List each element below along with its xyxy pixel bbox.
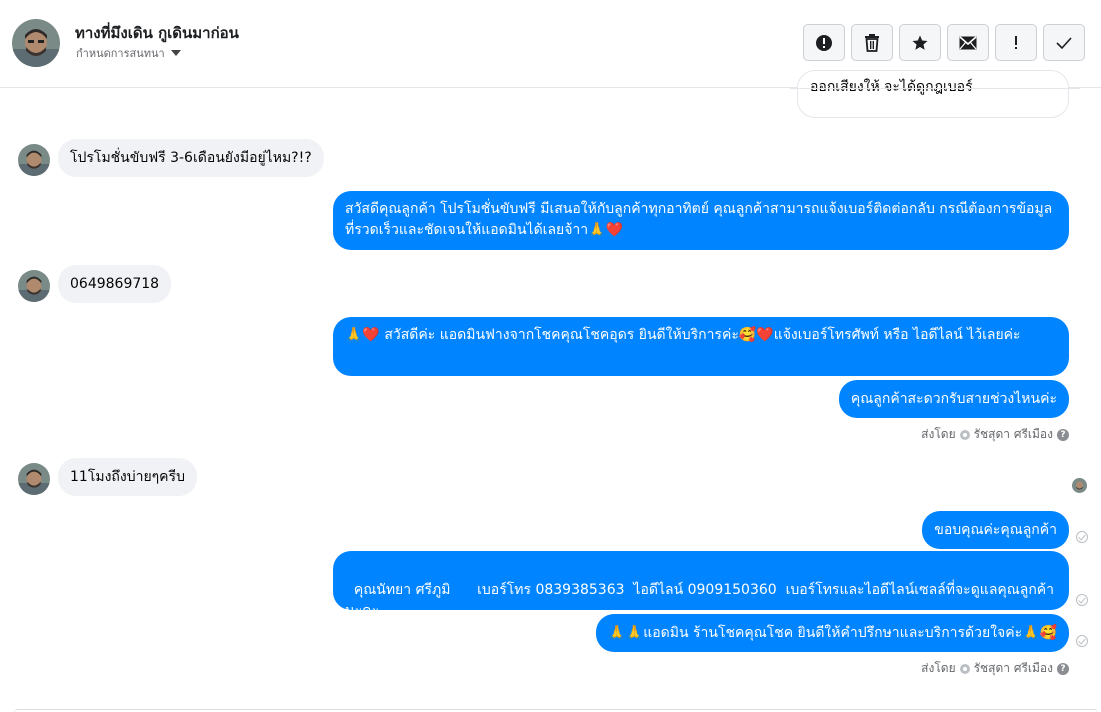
message-outgoing: 🙏🙏แอดมิน ร้านโชคคุณโชค ยินดีให้คำปรึกษาแ… xyxy=(596,614,1069,652)
message-outgoing: สวัสดีคุณลูกค้า โปรโมชั่นขับฟรี มีเสนอให… xyxy=(333,191,1069,250)
exclamation-icon xyxy=(1015,35,1017,49)
conversation-assign-dropdown[interactable]: กำหนดการสนทนา xyxy=(76,44,181,62)
message-text: 11โมงถึงบ่ายๆครีบ xyxy=(70,469,185,485)
message-incoming: 0649869718 xyxy=(58,265,172,303)
sent-by-label: ส่งโดย xyxy=(921,661,956,675)
message-outgoing-partial: ออกเสียงให้ จะได้ดูกฎเบอร์ xyxy=(797,70,1069,118)
help-icon[interactable]: ? xyxy=(1057,428,1069,441)
message-text: ออกเสียงให้ จะได้ดูกฎเบอร์ xyxy=(810,79,973,95)
message-text: 0649869718 xyxy=(70,276,160,292)
delete-button[interactable] xyxy=(851,24,893,61)
star-button[interactable] xyxy=(899,24,941,61)
message-outgoing: ขอบคุณค่ะคุณลูกค้า xyxy=(922,511,1069,549)
contact-avatar-small xyxy=(18,270,50,302)
sent-by-label: ส่งโดย xyxy=(921,427,956,441)
star-icon xyxy=(912,35,928,50)
message-text: คุณลูกค้าสะดวกรับสายช่วงไหนค่ะ xyxy=(850,391,1057,407)
message-outgoing: 🙏❤️ สวัสดีค่ะ แอดมินฟางจากโชคคุณโชคอุดร … xyxy=(333,317,1069,376)
message-incoming: โปรโมชั่นขับฟรี 3-6เดือนยังมีอยู่ไหม?!? xyxy=(58,139,324,177)
message-outgoing: คุณนัทยา ศรีภูมิ เบอร์โทร 0839385363 ไอด… xyxy=(333,551,1069,619)
message-incoming: 11โมงถึงบ่ายๆครีบ xyxy=(58,458,197,496)
caret-down-icon xyxy=(170,50,181,56)
checkmark-icon xyxy=(1056,36,1072,49)
trash-icon xyxy=(865,33,879,52)
agent-name[interactable]: รัชสุดา ศรีเมือง xyxy=(974,425,1053,444)
alert-circle-icon xyxy=(816,34,832,51)
message-outgoing: คุณลูกค้าสะดวกรับสายช่วงไหนค่ะ xyxy=(838,380,1069,418)
message-text: สวัสดีคุณลูกค้า โปรโมชั่นขับฟรี มีเสนอให… xyxy=(345,201,1053,238)
contact-name: ทางที่มึงเดิน กูเดินมาก่อน xyxy=(75,24,239,42)
mail-button[interactable] xyxy=(947,24,989,61)
header-divider xyxy=(790,88,1080,89)
contact-avatar-small xyxy=(18,144,50,176)
sent-by-info: ส่งโดย รัชสุดา ศรีเมือง ? xyxy=(921,659,1069,678)
agent-status-icon xyxy=(959,429,970,440)
message-text: โปรโมชั่นขับฟรี 3-6เดือนยังมีอยู่ไหม?!? xyxy=(70,150,312,166)
message-text: 🙏❤️ สวัสดีค่ะ แอดมินฟางจากโชคคุณโชคอุดร … xyxy=(345,327,1021,343)
contact-avatar-small xyxy=(18,463,50,495)
mark-done-button[interactable] xyxy=(1043,24,1085,61)
sent-check-icon xyxy=(1076,531,1088,543)
mark-important-button[interactable] xyxy=(995,24,1037,61)
help-icon[interactable]: ? xyxy=(1057,662,1069,675)
contact-avatar[interactable] xyxy=(12,19,60,67)
agent-name[interactable]: รัชสุดา ศรีเมือง xyxy=(974,659,1053,678)
sent-check-icon xyxy=(1076,635,1088,647)
sent-check-icon xyxy=(1076,594,1088,606)
agent-status-icon xyxy=(959,663,970,674)
envelope-icon xyxy=(959,35,977,49)
seen-avatar xyxy=(1072,478,1087,493)
sent-by-info: ส่งโดย รัชสุดา ศรีเมือง ? xyxy=(921,425,1069,444)
assign-label: กำหนดการสนทนา xyxy=(76,47,165,60)
report-button[interactable] xyxy=(803,24,845,61)
message-text: ขอบคุณค่ะคุณลูกค้า xyxy=(934,522,1057,538)
message-text: 🙏🙏แอดมิน ร้านโชคคุณโชค ยินดีให้คำปรึกษาแ… xyxy=(608,625,1057,641)
